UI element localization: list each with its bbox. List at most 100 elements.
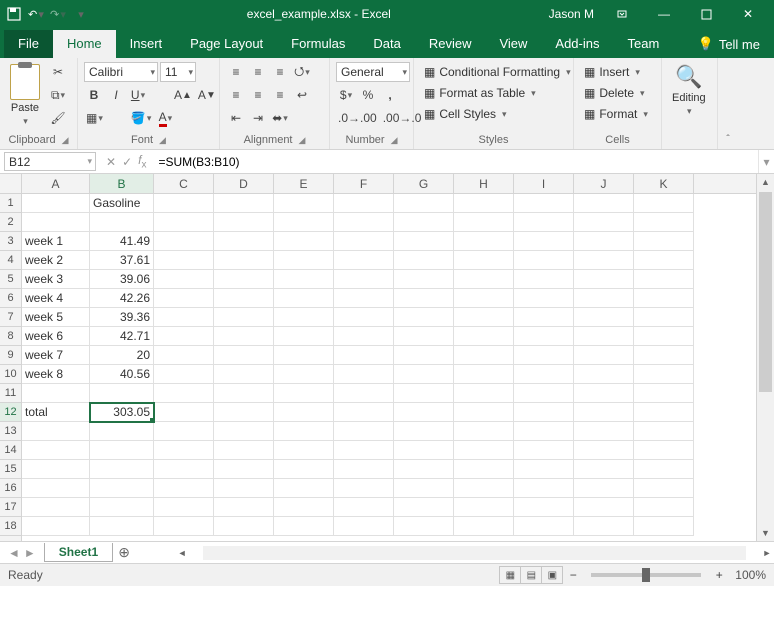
tab-team[interactable]: Team	[613, 30, 673, 58]
launcher-icon[interactable]: ◢	[159, 135, 166, 146]
col-header-C[interactable]: C	[154, 174, 214, 193]
row-header-13[interactable]: 13	[0, 422, 21, 441]
cell-J15[interactable]	[574, 460, 634, 479]
cell-C4[interactable]	[154, 251, 214, 270]
cell-G3[interactable]	[394, 232, 454, 251]
cell-G10[interactable]	[394, 365, 454, 384]
paste-button[interactable]: Paste ▾	[6, 62, 44, 129]
row-header-2[interactable]: 2	[0, 213, 21, 232]
cell-I5[interactable]	[514, 270, 574, 289]
cell-I14[interactable]	[514, 441, 574, 460]
row-header-3[interactable]: 3	[0, 232, 21, 251]
cell-E12[interactable]	[274, 403, 334, 422]
insert-cells-button[interactable]: ▦Insert▾	[580, 62, 644, 82]
row-header-16[interactable]: 16	[0, 479, 21, 498]
row-header-12[interactable]: 12	[0, 403, 21, 422]
cell-J17[interactable]	[574, 498, 634, 517]
col-header-G[interactable]: G	[394, 174, 454, 193]
row-headers[interactable]: 123456789101112131415161718	[0, 194, 22, 541]
cell-F14[interactable]	[334, 441, 394, 460]
cell-C9[interactable]	[154, 346, 214, 365]
align-bottom-icon[interactable]: ≡	[270, 62, 290, 82]
cell-F3[interactable]	[334, 232, 394, 251]
cell-J10[interactable]	[574, 365, 634, 384]
shrink-font-button[interactable]: A▼	[196, 85, 218, 105]
cell-F8[interactable]	[334, 327, 394, 346]
cell-H8[interactable]	[454, 327, 514, 346]
cell-I9[interactable]	[514, 346, 574, 365]
col-header-A[interactable]: A	[22, 174, 90, 193]
cell-I1[interactable]	[514, 194, 574, 213]
vertical-scrollbar[interactable]: ▲ ▼	[756, 174, 774, 541]
cell-B16[interactable]	[90, 479, 154, 498]
minimize-icon[interactable]: —	[644, 0, 684, 28]
tell-me[interactable]: 💡Tell me	[684, 30, 774, 58]
font-name-select[interactable]: Calibri	[84, 62, 158, 82]
cell-C10[interactable]	[154, 365, 214, 384]
cell-H1[interactable]	[454, 194, 514, 213]
format-cells-button[interactable]: ▦Format▾	[580, 104, 652, 124]
zoom-slider[interactable]	[591, 573, 701, 577]
formula-input[interactable]	[152, 150, 758, 173]
cell-J5[interactable]	[574, 270, 634, 289]
fx-icon[interactable]: fx	[138, 153, 146, 170]
cell-A14[interactable]	[22, 441, 90, 460]
cell-G4[interactable]	[394, 251, 454, 270]
cell-D14[interactable]	[214, 441, 274, 460]
cell-E4[interactable]	[274, 251, 334, 270]
cell-E5[interactable]	[274, 270, 334, 289]
cell-styles-button[interactable]: ▦Cell Styles▾	[420, 104, 511, 124]
cell-E6[interactable]	[274, 289, 334, 308]
merge-center-icon[interactable]: ⬌▾	[270, 108, 290, 128]
cell-B10[interactable]: 40.56	[90, 365, 154, 384]
cell-G17[interactable]	[394, 498, 454, 517]
row-header-18[interactable]: 18	[0, 517, 21, 536]
format-painter-icon[interactable]: 🖌	[48, 108, 68, 128]
number-format-select[interactable]: General	[336, 62, 410, 82]
cell-B9[interactable]: 20	[90, 346, 154, 365]
cell-G18[interactable]	[394, 517, 454, 536]
cell-J9[interactable]	[574, 346, 634, 365]
cell-J8[interactable]	[574, 327, 634, 346]
cell-E17[interactable]	[274, 498, 334, 517]
col-header-F[interactable]: F	[334, 174, 394, 193]
cell-F4[interactable]	[334, 251, 394, 270]
cell-C2[interactable]	[154, 213, 214, 232]
tab-insert[interactable]: Insert	[116, 30, 177, 58]
cell-I8[interactable]	[514, 327, 574, 346]
scroll-right-icon[interactable]: ►	[760, 548, 774, 558]
grow-font-button[interactable]: A▲	[172, 85, 194, 105]
cell-K2[interactable]	[634, 213, 694, 232]
cell-H15[interactable]	[454, 460, 514, 479]
cell-H17[interactable]	[454, 498, 514, 517]
page-layout-view-icon[interactable]: ▤	[520, 566, 542, 584]
cell-A5[interactable]: week 3	[22, 270, 90, 289]
zoom-level[interactable]: 100%	[735, 568, 766, 582]
comma-icon[interactable]: ,	[380, 85, 400, 105]
normal-view-icon[interactable]: ▦	[499, 566, 521, 584]
cell-F5[interactable]	[334, 270, 394, 289]
cell-C3[interactable]	[154, 232, 214, 251]
expand-formula-bar-icon[interactable]: ▾	[758, 150, 774, 173]
cell-B18[interactable]	[90, 517, 154, 536]
tab-addins[interactable]: Add-ins	[541, 30, 613, 58]
row-header-9[interactable]: 9	[0, 346, 21, 365]
cell-G7[interactable]	[394, 308, 454, 327]
cell-A6[interactable]: week 4	[22, 289, 90, 308]
cell-H11[interactable]	[454, 384, 514, 403]
row-header-10[interactable]: 10	[0, 365, 21, 384]
cell-G6[interactable]	[394, 289, 454, 308]
cell-F10[interactable]	[334, 365, 394, 384]
cell-A1[interactable]	[22, 194, 90, 213]
cell-K12[interactable]	[634, 403, 694, 422]
row-header-6[interactable]: 6	[0, 289, 21, 308]
cell-A4[interactable]: week 2	[22, 251, 90, 270]
cell-A12[interactable]: total	[22, 403, 90, 422]
cell-F6[interactable]	[334, 289, 394, 308]
cell-I18[interactable]	[514, 517, 574, 536]
cell-B11[interactable]	[90, 384, 154, 403]
cell-D18[interactable]	[214, 517, 274, 536]
cell-A2[interactable]	[22, 213, 90, 232]
cell-G1[interactable]	[394, 194, 454, 213]
select-all-corner[interactable]	[0, 174, 22, 194]
